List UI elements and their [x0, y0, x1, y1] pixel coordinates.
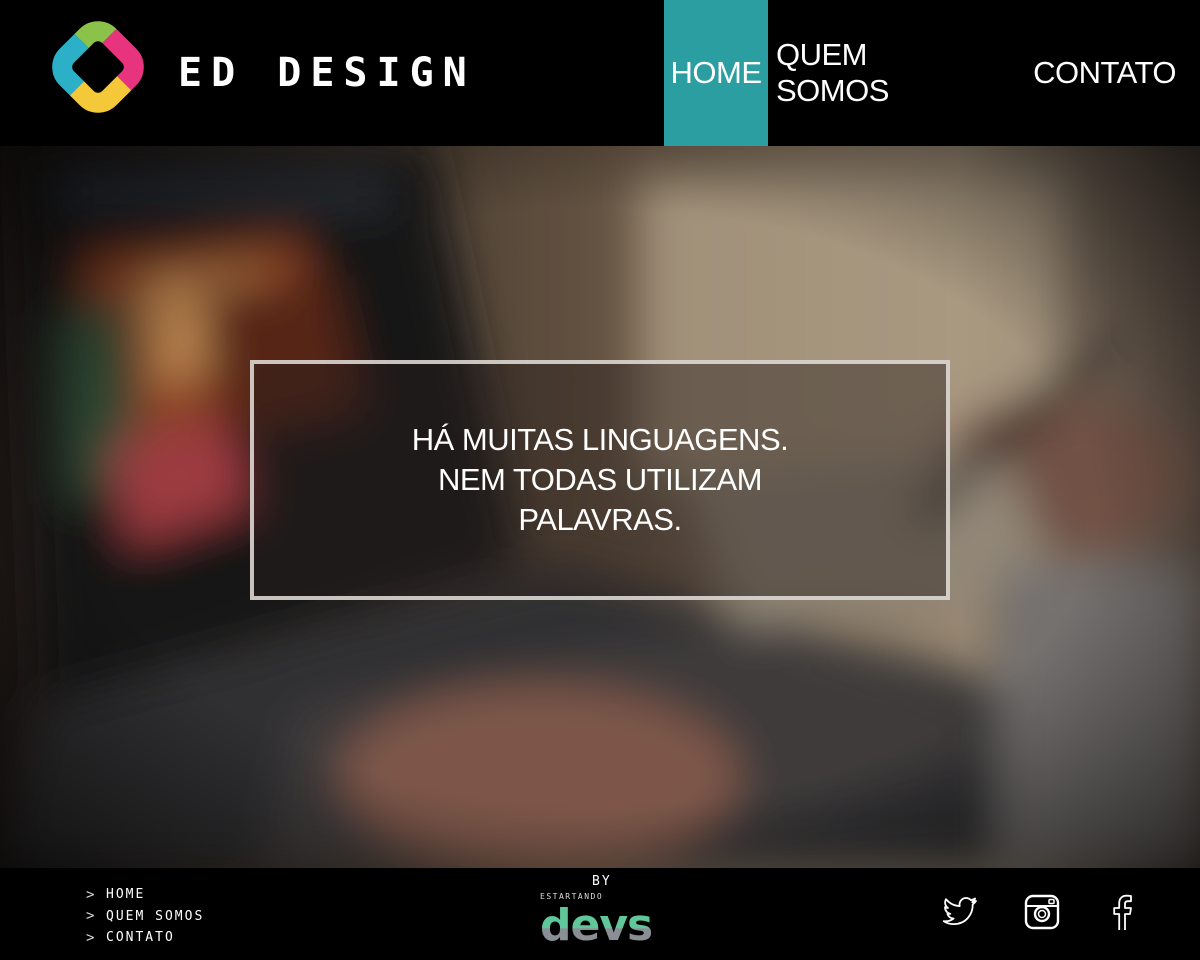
chevron-right-icon: >	[86, 908, 97, 925]
footer-link-home[interactable]: > HOME	[86, 884, 204, 906]
footer-nav: > HOME > QUEM SOMOS > CONTATO	[86, 884, 204, 949]
hero-banner: HÁ MUITAS LINGUAGENS. NEM TODAS UTILIZAM…	[0, 146, 1200, 868]
footer-link-label: HOME	[106, 887, 146, 903]
credit-logo[interactable]: BY ESTARTANDO devs	[540, 874, 670, 958]
site-header: ED DESIGN HOME QUEM SOMOS CONTATO	[0, 0, 1200, 146]
footer-link-label: CONTATO	[106, 930, 175, 946]
hero-headline: HÁ MUITAS LINGUAGENS. NEM TODAS UTILIZAM…	[412, 420, 789, 540]
devs-logo-icon: devs	[540, 904, 653, 948]
credit-estartando: ESTARTANDO	[540, 892, 604, 901]
nav-contato[interactable]: CONTATO	[1004, 0, 1176, 146]
logo-icon[interactable]	[50, 19, 146, 115]
footer-link-label: QUEM SOMOS	[106, 908, 205, 924]
footer-link-quem-somos[interactable]: > QUEM SOMOS	[86, 906, 204, 928]
site-footer: > HOME > QUEM SOMOS > CONTATO BY ESTARTA…	[0, 868, 1200, 960]
headline-line-3: PALAVRAS.	[518, 502, 682, 537]
footer-link-contato[interactable]: > CONTATO	[86, 927, 204, 949]
nav-quem-somos[interactable]: QUEM SOMOS	[770, 0, 990, 146]
credit-by: BY	[592, 874, 612, 889]
facebook-icon[interactable]	[1102, 892, 1142, 932]
instagram-icon[interactable]	[1022, 892, 1062, 932]
twitter-icon[interactable]	[940, 892, 980, 932]
devs-logo-text: devs	[540, 904, 652, 948]
chevron-right-icon: >	[86, 886, 97, 903]
headline-box: HÁ MUITAS LINGUAGENS. NEM TODAS UTILIZAM…	[250, 360, 950, 600]
nav-home[interactable]: HOME	[664, 0, 768, 146]
main-nav: HOME QUEM SOMOS CONTATO	[664, 0, 1177, 146]
headline-line-2: NEM TODAS UTILIZAM	[437, 462, 763, 497]
chevron-right-icon: >	[86, 929, 97, 946]
headline-line-1: HÁ MUITAS LINGUAGENS.	[411, 422, 789, 457]
brand-name[interactable]: ED DESIGN	[178, 48, 476, 98]
